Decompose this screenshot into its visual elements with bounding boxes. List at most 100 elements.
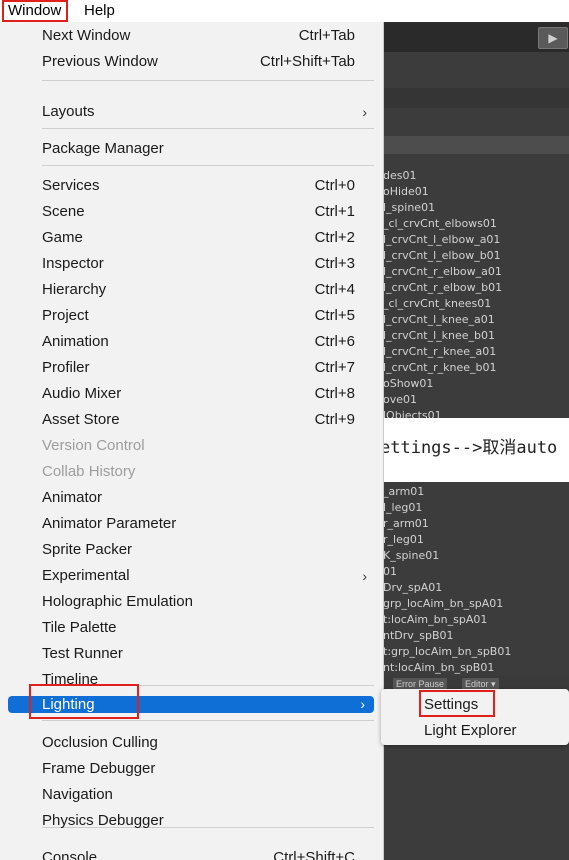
menu-item-label: Test Runner — [42, 645, 123, 662]
hierarchy-list-bottom: _arm01 l_leg01 r_arm01 r_leg01 K_spine01 01 Dr… — [383, 484, 511, 676]
menu-separator — [42, 80, 374, 81]
menu-item-label: Animation — [42, 333, 109, 350]
hierarchy-item[interactable]: oShow01 — [383, 376, 502, 392]
annotation-box-lighting — [29, 684, 139, 719]
menu-item-physics-debugger[interactable]: Physics Debugger — [0, 809, 384, 835]
menu-item-shortcut: Ctrl+4 — [314, 281, 355, 298]
hierarchy-item[interactable]: des01 — [383, 168, 502, 184]
hierarchy-item[interactable]: l_crvCnt_r_elbow_a01 — [383, 264, 502, 280]
menu-item-label: Animator Parameter — [42, 515, 177, 532]
menu-separator — [42, 720, 374, 721]
menu-item-label: Navigation — [42, 786, 113, 803]
menu-item-navigation[interactable]: Navigation — [0, 783, 384, 809]
menu-item-inspector[interactable]: Inspector Ctrl+3 — [0, 252, 384, 278]
menu-item-label: Tile Palette — [42, 619, 117, 636]
menu-item-audio-mixer[interactable]: Audio Mixer Ctrl+8 — [0, 382, 384, 408]
hierarchy-item[interactable]: l_crvCnt_r_elbow_b01 — [383, 280, 502, 296]
menu-item-label: Package Manager — [42, 140, 164, 157]
menu-item-project[interactable]: Project Ctrl+5 — [0, 304, 384, 330]
menu-item-shortcut: Ctrl+Shift+Tab — [259, 53, 355, 70]
menu-item-package-manager[interactable]: Package Manager — [0, 137, 384, 163]
menu-item-shortcut: Ctrl+2 — [314, 229, 355, 246]
hierarchy-item[interactable]: grp_locAim_bn_spA01 — [383, 596, 511, 612]
menu-item-shortcut: Ctrl+Shift+C — [273, 849, 355, 860]
menu-item-console[interactable]: Console Ctrl+Shift+C — [0, 846, 384, 860]
menu-item-shortcut: Ctrl+0 — [314, 177, 355, 194]
annotation-banner-text: ettings-->取消auto — [380, 438, 558, 458]
menu-item-label: Collab History — [42, 463, 136, 480]
menu-item-label: Project — [42, 307, 89, 324]
menu-item-holographic-emulation[interactable]: Holographic Emulation — [0, 590, 384, 616]
menu-item-layouts[interactable]: Layouts › — [0, 100, 384, 126]
menu-item-scene[interactable]: Scene Ctrl+1 — [0, 200, 384, 226]
annotation-box-settings — [419, 690, 495, 717]
hierarchy-item[interactable]: t:locAim_bn_spA01 — [383, 612, 511, 628]
menu-item-light-explorer[interactable]: Light Explorer — [424, 722, 517, 739]
menu-item-test-runner[interactable]: Test Runner — [0, 642, 384, 668]
menu-item-label: Sprite Packer — [42, 541, 133, 558]
hierarchy-item[interactable]: r_leg01 — [383, 532, 511, 548]
hierarchy-list-top: des01 oHide01 l_spine01 _cl_crvCnt_elbows01… — [383, 168, 502, 424]
hierarchy-item[interactable]: _cl_crvCnt_elbows01 — [383, 216, 502, 232]
menu-item-experimental[interactable]: Experimental › — [0, 564, 384, 590]
menu-item-label: Next Window — [42, 27, 131, 44]
menubar: Window Help — [0, 0, 569, 22]
menu-item-label: Profiler — [42, 359, 90, 376]
hierarchy-item[interactable]: ove01 — [383, 392, 502, 408]
menu-help[interactable]: Help — [80, 0, 119, 22]
menu-item-profiler[interactable]: Profiler Ctrl+7 — [0, 356, 384, 382]
menu-item-animator[interactable]: Animator — [0, 486, 384, 512]
hierarchy-item[interactable]: 01 — [383, 564, 511, 580]
hierarchy-item[interactable]: _cl_crvCnt_knees01 — [383, 296, 502, 312]
menu-item-next-window[interactable]: Next Window Ctrl+Tab — [0, 24, 384, 50]
menu-item-label: Holographic Emulation — [42, 593, 193, 610]
menu-item-hierarchy[interactable]: Hierarchy Ctrl+4 — [0, 278, 384, 304]
menu-item-shortcut: Ctrl+5 — [314, 307, 355, 324]
hierarchy-item[interactable]: K_spine01 — [383, 548, 511, 564]
menu-item-label: Physics Debugger — [42, 812, 164, 829]
hierarchy-item[interactable]: l_crvCnt_l_knee_a01 — [383, 312, 502, 328]
hierarchy-item[interactable]: l_crvCnt_r_knee_b01 — [383, 360, 502, 376]
menu-item-shortcut: Ctrl+7 — [314, 359, 355, 376]
menu-item-shortcut: Ctrl+3 — [314, 255, 355, 272]
hierarchy-item[interactable]: _arm01 — [383, 484, 511, 500]
menu-item-asset-store[interactable]: Asset Store Ctrl+9 — [0, 408, 384, 434]
hierarchy-item[interactable]: l_crvCnt_r_knee_a01 — [383, 344, 502, 360]
menu-item-previous-window[interactable]: Previous Window Ctrl+Shift+Tab — [0, 50, 384, 76]
menu-item-label: Services — [42, 177, 100, 194]
menu-item-shortcut: Ctrl+Tab — [298, 27, 355, 44]
hierarchy-item[interactable]: l_spine01 — [383, 200, 502, 216]
menu-item-label: Animator — [42, 489, 103, 506]
hierarchy-item[interactable]: nt:locAim_bn_spB01 — [383, 660, 511, 676]
menu-item-label: Audio Mixer — [42, 385, 122, 402]
hierarchy-item[interactable]: l_crvCnt_l_elbow_a01 — [383, 232, 502, 248]
chevron-right-icon: › — [362, 568, 367, 584]
menu-item-game[interactable]: Game Ctrl+2 — [0, 226, 384, 252]
menu-item-collab-history: Collab History — [0, 460, 384, 486]
hierarchy-item[interactable]: r_arm01 — [383, 516, 511, 532]
menu-item-shortcut: Ctrl+9 — [314, 411, 355, 428]
hierarchy-item[interactable]: l_crvCnt_l_elbow_b01 — [383, 248, 502, 264]
menu-item-label: Occlusion Culling — [42, 734, 158, 751]
menu-item-sprite-packer[interactable]: Sprite Packer — [0, 538, 384, 564]
hierarchy-item[interactable]: t:grp_locAim_bn_spB01 — [383, 644, 511, 660]
menu-item-tile-palette[interactable]: Tile Palette — [0, 616, 384, 642]
menu-item-animator-parameter[interactable]: Animator Parameter — [0, 512, 384, 538]
hierarchy-item[interactable]: l_leg01 — [383, 500, 511, 516]
menu-item-services[interactable]: Services Ctrl+0 — [0, 174, 384, 200]
menu-item-frame-debugger[interactable]: Frame Debugger — [0, 757, 384, 783]
menu-item-label: Game — [42, 229, 83, 246]
menu-window[interactable]: Window — [2, 0, 68, 22]
window-menu: Next Window Ctrl+Tab Previous Window Ctrl+S… — [0, 22, 384, 860]
play-button[interactable]: ▶ — [538, 27, 568, 49]
menu-item-occlusion-culling[interactable]: Occlusion Culling — [0, 731, 384, 757]
menu-item-label: Asset Store — [42, 411, 120, 428]
menu-item-label: Frame Debugger — [42, 760, 156, 777]
hierarchy-item[interactable]: oHide01 — [383, 184, 502, 200]
menu-item-label: Inspector — [42, 255, 104, 272]
menu-item-animation[interactable]: Animation Ctrl+6 — [0, 330, 384, 356]
menu-item-label: Experimental — [42, 567, 130, 584]
hierarchy-item[interactable]: Drv_spA01 — [383, 580, 511, 596]
hierarchy-item[interactable]: l_crvCnt_l_knee_b01 — [383, 328, 502, 344]
hierarchy-item[interactable]: ntDrv_spB01 — [383, 628, 511, 644]
